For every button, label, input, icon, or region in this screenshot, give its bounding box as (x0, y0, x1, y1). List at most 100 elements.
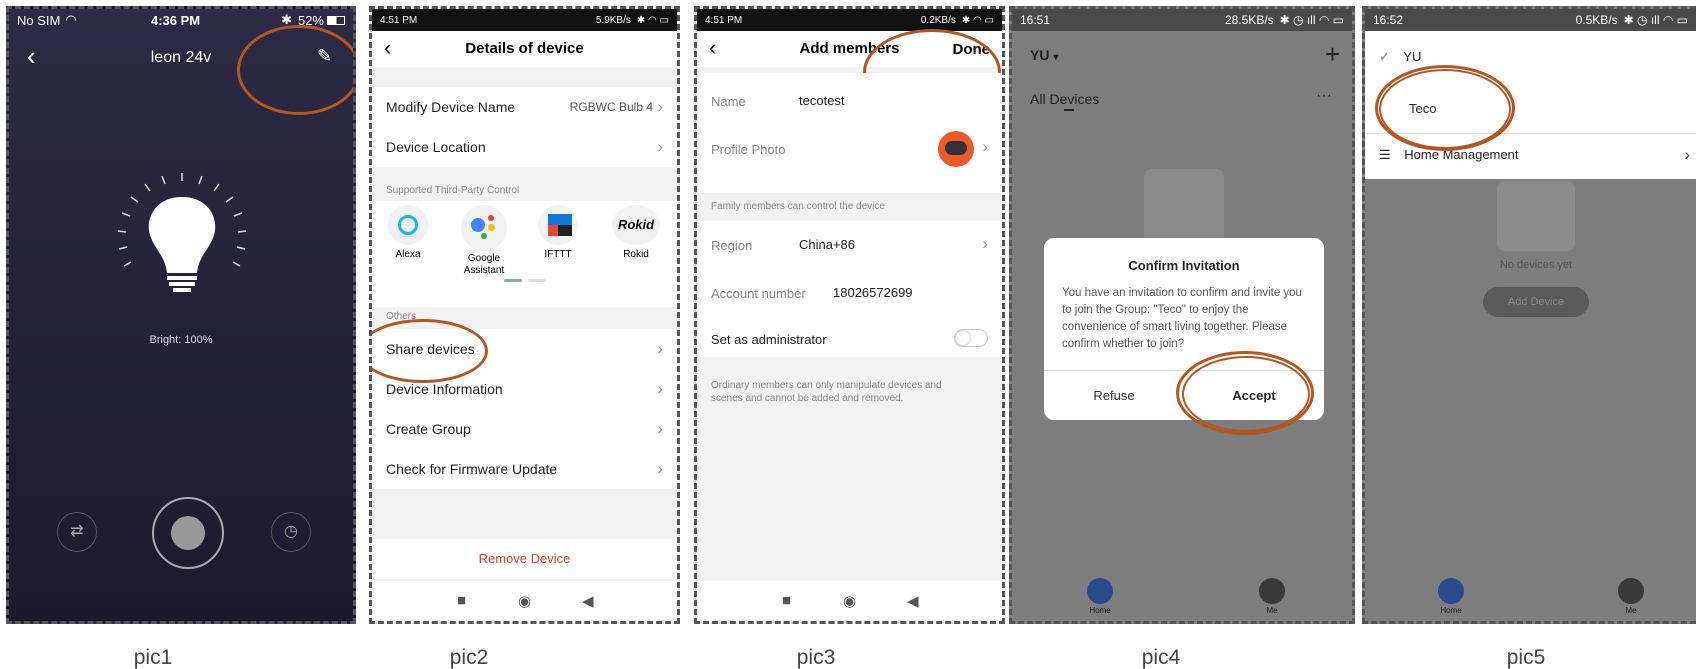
add-device-button[interactable]: Add Device (1483, 287, 1589, 317)
row-label: Device Location (386, 139, 486, 155)
row-label: Check for Firmware Update (386, 461, 558, 477)
alexa-button[interactable]: Alexa (386, 205, 430, 260)
google-assistant-button[interactable]: Google Assistant (456, 205, 512, 277)
refuse-button[interactable]: Refuse (1044, 371, 1184, 420)
chevron-right-icon: › (657, 379, 663, 398)
field-label: Profile Photo (711, 142, 786, 157)
create-group-row[interactable]: Create Group › (372, 409, 677, 449)
account-value: 18026572699 (833, 285, 913, 300)
home-selector[interactable]: YU ▾ (1030, 47, 1058, 63)
home-name: YU (1030, 47, 1050, 63)
signal-icon: ✱ ◠ ▭ (636, 14, 669, 26)
row-value: RGBWC Bulb 4 (569, 100, 653, 114)
android-nav-bar: ■ ◉ ◀ (372, 581, 677, 621)
chevron-right-icon: › (657, 459, 663, 478)
page-indicator (504, 279, 522, 282)
device-location-row[interactable]: Device Location › (372, 127, 677, 167)
chevron-right-icon: › (657, 339, 663, 358)
administrator-toggle[interactable] (954, 329, 988, 347)
me-tab-icon (1259, 578, 1285, 604)
chevron-right-icon: › (982, 137, 988, 156)
empty-device-icon (1144, 169, 1224, 249)
power-button[interactable] (152, 497, 224, 569)
name-field[interactable]: Name tecotest (711, 93, 1002, 123)
empty-device-icon (1497, 181, 1575, 251)
canvas: No SIM ◠ 4:36 PM ✱ 52% ‹ leon 24v ✎ Brig… (0, 0, 1696, 669)
region-value: China+86 (799, 237, 856, 252)
tab-me[interactable]: Me (1252, 578, 1292, 615)
third-party-strip: Alexa Google Assistant IFTTT Rokid Rokid (372, 201, 677, 307)
caption-pic1: pic1 (133, 646, 173, 669)
service-label: Alexa (395, 249, 421, 260)
firmware-update-row[interactable]: Check for Firmware Update › (372, 449, 677, 489)
status-bar: 4:51 PM 0.2KB/s ✱ ◠ ▭ (697, 9, 1002, 31)
tab-home[interactable]: Home (1431, 578, 1471, 615)
tab-label: Home (1440, 606, 1462, 615)
panel-pic5: 16:52 0.5KB/s ✱ ◷ ıll ◠ ▭ ✓ YU Teco ☰ Ho… (1362, 6, 1696, 624)
home-item-label: YU (1403, 49, 1422, 64)
highlight-ring (1379, 69, 1511, 149)
field-label: Account number (711, 286, 806, 301)
status-time: 4:51 PM (380, 14, 418, 26)
more-icon[interactable]: ··· (1316, 87, 1332, 105)
third-party-label: Supported Third-Party Control (386, 185, 520, 196)
admin-note: Ordinary members can only manipulate dev… (711, 380, 942, 404)
profile-photo-row[interactable]: Profile Photo › (711, 131, 1002, 181)
administrator-row: Set as administrator (711, 329, 1002, 361)
page-title: Details of device (465, 40, 584, 57)
back-nav-icon[interactable]: ◀ (582, 592, 594, 610)
dialog-body: You have an invitation to confirm and in… (1062, 287, 1302, 350)
status-speed: 0.2KB/s (920, 14, 956, 26)
remove-device-button[interactable]: Remove Device (372, 539, 677, 579)
chevron-right-icon: › (657, 419, 663, 438)
back-nav-icon[interactable]: ◀ (907, 592, 919, 610)
back-icon[interactable]: ‹ (384, 35, 391, 61)
robot-avatar-icon (938, 131, 974, 167)
mode-button[interactable]: ⇄ (57, 512, 97, 552)
recents-icon[interactable]: ■ (782, 592, 791, 609)
caption-pic5: pic5 (1506, 646, 1546, 669)
rokid-button[interactable]: Rokid Rokid (610, 205, 662, 260)
caption-pic3: pic3 (796, 646, 836, 669)
service-label: Google Assistant (463, 253, 505, 276)
brightness-label: Bright: 100% (149, 334, 213, 346)
status-speed: 28.5KB/s (1224, 13, 1274, 27)
status-bar: 16:51 28.5KB/s ✱ ◷ ıll ◠ ▭ (1012, 9, 1352, 31)
google-assistant-icon (461, 205, 507, 251)
chevron-right-icon: › (657, 137, 663, 156)
tab-label: Me (1625, 606, 1637, 615)
chevron-right-icon: › (657, 97, 663, 116)
tab-me[interactable]: Me (1611, 578, 1651, 615)
timer-button[interactable]: ◷ (271, 512, 311, 552)
panel-pic2: 4:51 PM 5.9KB/s ✱ ◠ ▭ ‹ Details of devic… (369, 6, 680, 624)
home-icon[interactable]: ◉ (843, 592, 856, 610)
modify-device-name-row[interactable]: Modify Device Name RGBWC Bulb 4 › (372, 87, 677, 127)
panel-pic3: 4:51 PM 0.2KB/s ✱ ◠ ▭ ‹ Add members Done… (694, 6, 1005, 624)
chevron-right-icon: › (1684, 145, 1690, 164)
recents-icon[interactable]: ■ (457, 592, 466, 609)
status-time: 4:36 PM (151, 12, 201, 28)
row-label: Create Group (386, 421, 471, 437)
caption-pic2: pic2 (449, 646, 489, 669)
lightbulb-icon (117, 173, 247, 292)
home-tab-icon (1438, 578, 1464, 604)
wifi-icon: ◠ (65, 12, 77, 27)
family-note: Family members can control the device (711, 201, 885, 212)
me-tab-icon (1618, 578, 1644, 604)
row-label: Modify Device Name (386, 99, 516, 115)
header: ‹ Details of device (372, 31, 677, 67)
region-row[interactable]: Region China+86 › (711, 234, 1002, 267)
highlight-ring (1182, 356, 1310, 432)
all-devices-tab[interactable]: All Devices (1030, 91, 1099, 107)
back-icon[interactable]: ‹ (709, 35, 716, 61)
ifttt-button[interactable]: IFTTT (536, 205, 580, 260)
home-icon[interactable]: ◉ (518, 592, 531, 610)
tab-underline (1064, 109, 1074, 111)
row-label: Device Information (386, 381, 503, 397)
account-number-field[interactable]: Account number 18026572699 (711, 285, 1002, 315)
add-icon[interactable]: + (1325, 39, 1340, 70)
status-carrier: No SIM (17, 12, 61, 28)
home-item-yu[interactable]: ✓ YU (1379, 49, 1421, 65)
status-bar: 16:52 0.5KB/s ✱ ◷ ıll ◠ ▭ (1365, 9, 1696, 31)
tab-home[interactable]: Home (1080, 578, 1120, 615)
